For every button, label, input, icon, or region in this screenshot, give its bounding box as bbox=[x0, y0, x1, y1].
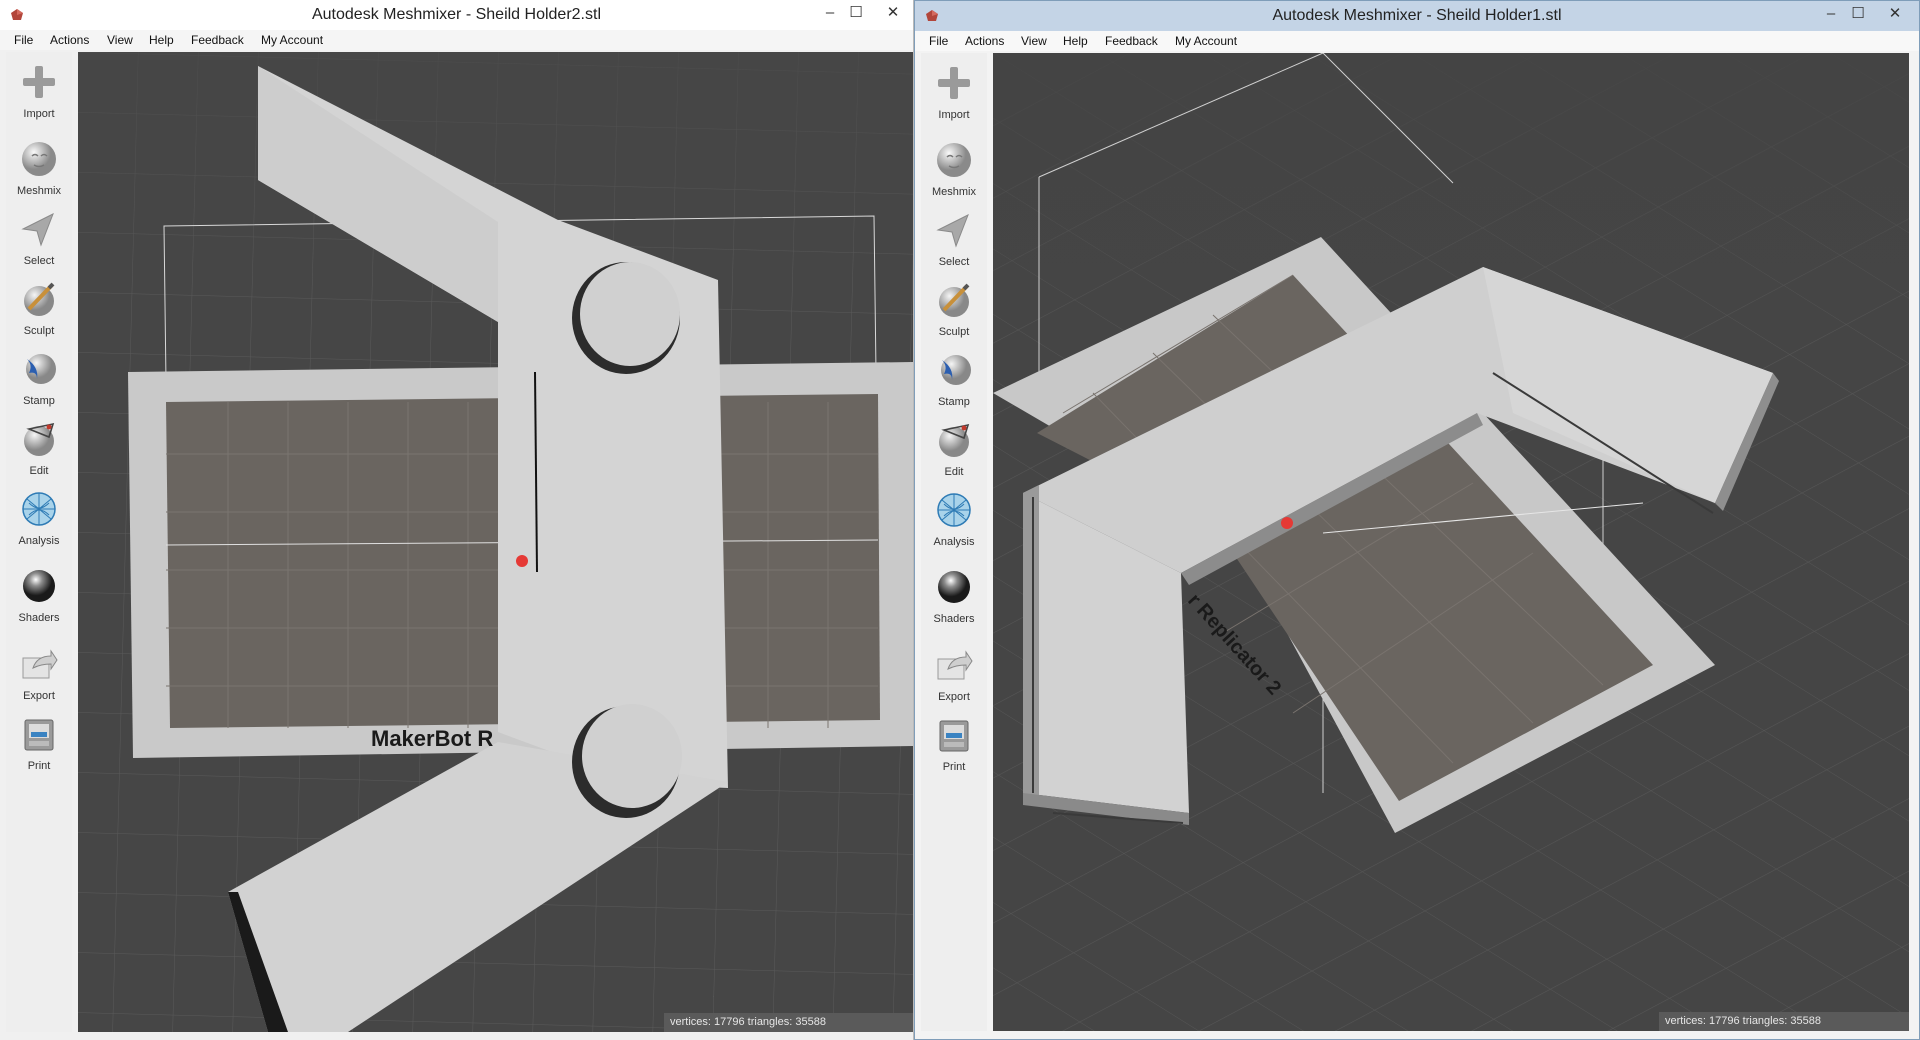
select-button[interactable]: Select bbox=[6, 207, 72, 269]
edit-icon bbox=[24, 422, 55, 456]
menu-my-account[interactable]: My Account bbox=[261, 33, 323, 47]
brush-icon bbox=[24, 282, 55, 316]
export-icon bbox=[22, 649, 58, 679]
edit-button[interactable]: Edit bbox=[921, 418, 987, 480]
close-button[interactable]: ✕ bbox=[1881, 3, 1909, 25]
tool-label: Sculpt bbox=[23, 325, 55, 337]
menu-actions[interactable]: Actions bbox=[50, 33, 89, 47]
plus-icon bbox=[23, 66, 55, 98]
print-button[interactable]: Print bbox=[921, 713, 987, 775]
stamp-button[interactable]: Stamp bbox=[6, 347, 72, 409]
tool-label: Import bbox=[23, 108, 55, 120]
menu-feedback[interactable]: Feedback bbox=[191, 33, 244, 47]
menu-help[interactable]: Help bbox=[1063, 34, 1088, 48]
sculpt-button[interactable]: Sculpt bbox=[6, 277, 72, 339]
scene-canvas: r Replicator 2 bbox=[993, 53, 1909, 1031]
tool-label: Edit bbox=[944, 466, 964, 478]
stamp-button[interactable]: Stamp bbox=[921, 348, 987, 410]
edit-icon bbox=[939, 423, 970, 457]
maximize-button[interactable]: ☐ bbox=[1844, 3, 1872, 25]
analysis-button[interactable]: Analysis bbox=[6, 487, 72, 549]
stamp-icon bbox=[941, 355, 971, 385]
analysis-button[interactable]: Analysis bbox=[921, 488, 987, 550]
arrow-icon bbox=[936, 213, 969, 248]
import-button[interactable]: Import bbox=[6, 60, 72, 122]
meshmix-button[interactable]: Meshmix bbox=[6, 137, 72, 199]
print-button[interactable]: Print bbox=[6, 712, 72, 774]
tool-label: Sculpt bbox=[938, 326, 970, 338]
minimize-button[interactable]: – bbox=[1817, 3, 1845, 25]
shaders-button[interactable]: Shaders bbox=[921, 565, 987, 627]
scene-canvas: MakerBot R bbox=[78, 52, 913, 1032]
menu-file[interactable]: File bbox=[14, 33, 33, 47]
tool-label: Print bbox=[27, 760, 51, 772]
status-bar: vertices: 17796 triangles: 35588 bbox=[1659, 1012, 1909, 1031]
plus-icon bbox=[938, 67, 970, 99]
title-bar[interactable]: Autodesk Meshmixer - Sheild Holder1.stl … bbox=[915, 1, 1919, 31]
tool-label: Print bbox=[942, 761, 966, 773]
maximize-button[interactable]: ☐ bbox=[842, 2, 870, 24]
tool-panel: Import Meshmix Select Sculpt Stamp Edit … bbox=[6, 52, 72, 1032]
tool-label: Select bbox=[938, 256, 970, 268]
close-button[interactable]: ✕ bbox=[879, 2, 907, 24]
plate-label: MakerBot R bbox=[371, 726, 493, 751]
menu-help[interactable]: Help bbox=[149, 33, 174, 47]
menu-view[interactable]: View bbox=[1021, 34, 1047, 48]
head-icon bbox=[22, 142, 56, 176]
sculpt-button[interactable]: Sculpt bbox=[921, 278, 987, 340]
printer-icon bbox=[939, 720, 969, 752]
shaders-button[interactable]: Shaders bbox=[6, 564, 72, 626]
left-window: Autodesk Meshmixer - Sheild Holder2.stl … bbox=[0, 0, 914, 1040]
head-icon bbox=[937, 143, 971, 177]
menu-bar: File Actions View Help Feedback My Accou… bbox=[915, 31, 1919, 51]
tool-label: Export bbox=[23, 690, 55, 702]
meshmix-button[interactable]: Meshmix bbox=[921, 138, 987, 200]
tool-label: Export bbox=[938, 691, 970, 703]
3d-viewport[interactable]: MakerBot R vertices: 17796 triangles: 35… bbox=[78, 52, 913, 1032]
sphere-icon bbox=[23, 570, 55, 602]
tool-label: Stamp bbox=[938, 396, 970, 408]
printer-icon bbox=[24, 719, 54, 751]
tool-label: Analysis bbox=[18, 535, 60, 547]
menu-bar: File Actions View Help Feedback My Accou… bbox=[0, 30, 913, 50]
title-bar[interactable]: Autodesk Meshmixer - Sheild Holder2.stl … bbox=[0, 0, 913, 30]
analysis-icon bbox=[937, 493, 971, 527]
tool-label: Analysis bbox=[933, 536, 975, 548]
menu-file[interactable]: File bbox=[929, 34, 948, 48]
tool-panel: Import Meshmix Select Sculpt Stamp Edit … bbox=[921, 53, 987, 1031]
stamp-icon bbox=[26, 354, 56, 384]
tool-label: Edit bbox=[29, 465, 49, 477]
tool-label: Stamp bbox=[23, 395, 55, 407]
right-window: Autodesk Meshmixer - Sheild Holder1.stl … bbox=[914, 0, 1920, 1040]
tool-label: Import bbox=[938, 109, 970, 121]
tool-label: Shaders bbox=[933, 613, 975, 625]
edit-button[interactable]: Edit bbox=[6, 417, 72, 479]
export-button[interactable]: Export bbox=[921, 643, 987, 705]
pivot-marker[interactable] bbox=[516, 555, 528, 567]
menu-my-account[interactable]: My Account bbox=[1175, 34, 1237, 48]
menu-actions[interactable]: Actions bbox=[965, 34, 1004, 48]
export-button[interactable]: Export bbox=[6, 642, 72, 704]
tool-label: Shaders bbox=[18, 612, 60, 624]
arrow-icon bbox=[21, 212, 54, 247]
brush-icon bbox=[939, 283, 970, 317]
window-title: Autodesk Meshmixer - Sheild Holder1.stl bbox=[1272, 7, 1562, 24]
tool-label: Select bbox=[23, 255, 55, 267]
pivot-marker[interactable] bbox=[1281, 517, 1293, 529]
status-bar: vertices: 17796 triangles: 35588 bbox=[664, 1013, 913, 1032]
tool-label: Meshmix bbox=[16, 185, 61, 197]
tool-label: Meshmix bbox=[931, 186, 976, 198]
window-title: Autodesk Meshmixer - Sheild Holder2.stl bbox=[311, 6, 601, 23]
analysis-icon bbox=[22, 492, 56, 526]
menu-view[interactable]: View bbox=[107, 33, 133, 47]
3d-viewport[interactable]: r Replicator 2 vertices: 17796 triangles… bbox=[993, 53, 1909, 1031]
minimize-button[interactable]: – bbox=[816, 2, 844, 24]
import-button[interactable]: Import bbox=[921, 61, 987, 123]
sphere-icon bbox=[938, 571, 970, 603]
select-button[interactable]: Select bbox=[921, 208, 987, 270]
menu-feedback[interactable]: Feedback bbox=[1105, 34, 1158, 48]
export-icon bbox=[937, 650, 973, 680]
